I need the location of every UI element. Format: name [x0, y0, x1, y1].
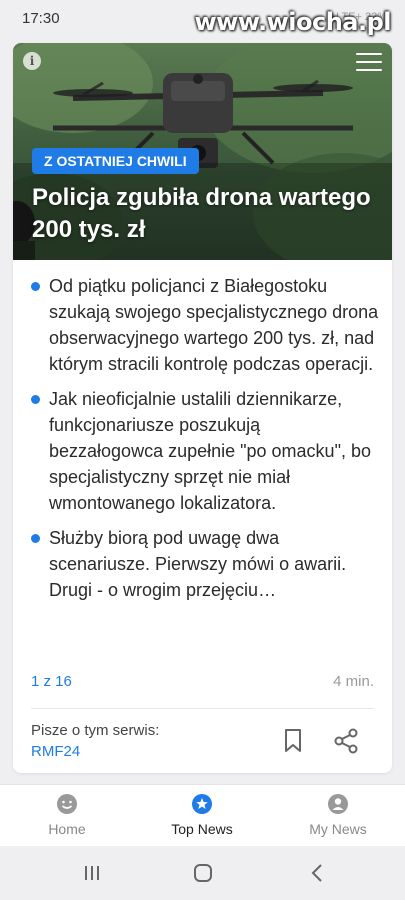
status-bar: 17:30 LTE+ 22% www.wiocha.pl: [0, 0, 405, 36]
nav-my-news-label: My News: [309, 821, 367, 837]
bullet-text: Od piątku policjanci z Białegostoku szuk…: [49, 276, 379, 374]
back-icon[interactable]: [308, 863, 328, 883]
star-icon: [192, 794, 212, 814]
summary-bullet: Służby biorą pod uwagę dwa scenariusze. …: [31, 525, 379, 603]
nav-home[interactable]: Home: [12, 793, 122, 837]
divider: [31, 708, 374, 709]
summary-bullet: Jak nieoficjalnie ustalili dziennikarze,…: [31, 386, 379, 516]
source-link[interactable]: RMF24: [31, 743, 80, 760]
article-summary: Od piątku policjanci z Białegostoku szuk…: [31, 273, 379, 612]
user-icon: [328, 794, 348, 814]
menu-icon[interactable]: [356, 53, 382, 73]
system-navigation-bar: [0, 846, 405, 900]
news-card[interactable]: i Z OSTATNIEJ CHWILI Policja zgubiła dro…: [13, 43, 392, 773]
share-icon[interactable]: [333, 728, 359, 754]
read-time: 4 min.: [333, 673, 374, 690]
smiley-icon: [57, 794, 77, 814]
source-label: Pisze o tym serwis:: [31, 722, 160, 739]
recent-apps-icon[interactable]: [82, 863, 102, 883]
nav-home-label: Home: [48, 821, 86, 837]
bullet-text: Jak nieoficjalnie ustalili dziennikarze,…: [49, 389, 371, 513]
watermark: www.wiocha.pl: [194, 8, 391, 36]
nav-top-news[interactable]: Top News: [147, 793, 257, 837]
info-icon[interactable]: i: [23, 52, 41, 70]
summary-bullet: Od piątku policjanci z Białegostoku szuk…: [31, 273, 379, 377]
nav-top-news-label: Top News: [171, 821, 233, 837]
hero-image[interactable]: i Z OSTATNIEJ CHWILI Policja zgubiła dro…: [13, 43, 392, 260]
bullet-dot-icon: [31, 534, 40, 543]
bottom-navigation: Home Top News My News: [0, 784, 405, 846]
bullet-dot-icon: [31, 282, 40, 291]
article-headline[interactable]: Policja zgubiła drona wartego 200 tys. z…: [32, 182, 377, 246]
nav-my-news[interactable]: My News: [283, 793, 393, 837]
home-icon[interactable]: [193, 863, 213, 883]
bookmark-icon[interactable]: [281, 728, 305, 754]
breaking-news-badge: Z OSTATNIEJ CHWILI: [32, 148, 199, 174]
page-indicator[interactable]: 1 z 16: [31, 673, 72, 690]
status-time: 17:30: [22, 10, 60, 27]
bullet-text: Służby biorą pod uwagę dwa scenariusze. …: [49, 528, 347, 600]
meta-row: 1 z 16 4 min.: [31, 673, 374, 693]
bullet-dot-icon: [31, 395, 40, 404]
